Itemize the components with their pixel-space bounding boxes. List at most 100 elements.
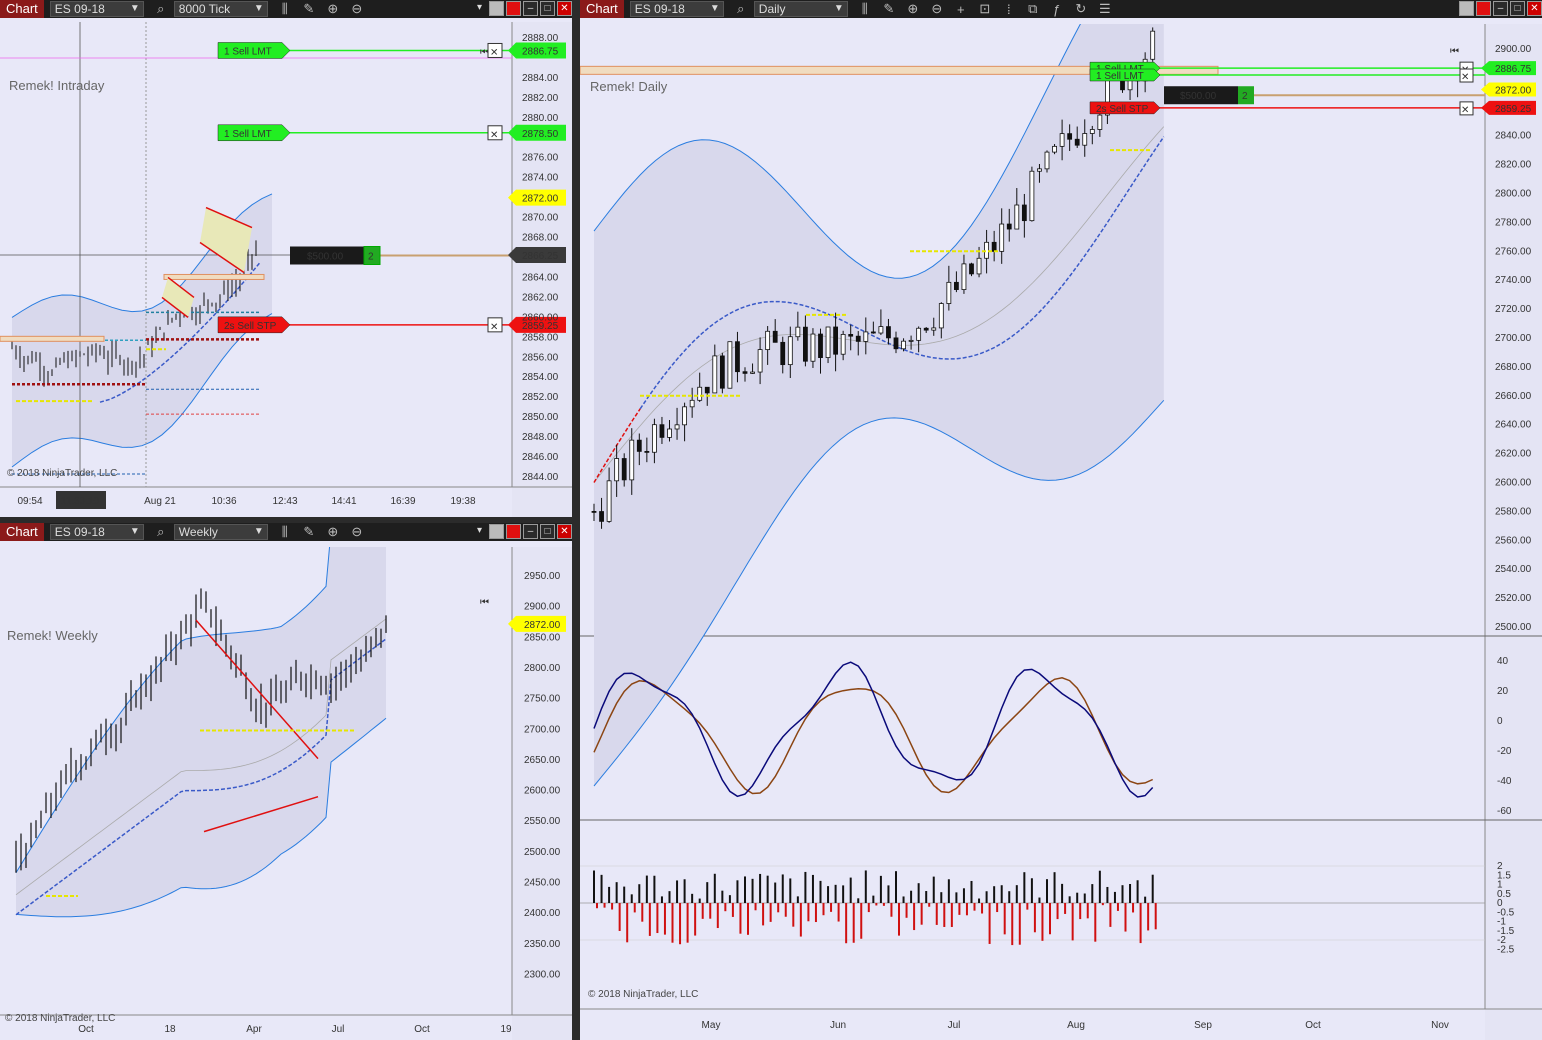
- price-tick: 2500.00: [524, 847, 561, 858]
- candle-body: [916, 327, 922, 341]
- weekly-chart-window: Chart ES 09-18 ▼ ⌕ Weekly ▼ ⫼ ✎ ⊕ ⊖ ▾ – □ …: [0, 523, 572, 1040]
- candle-body: [606, 480, 612, 522]
- red-swatch-button[interactable]: [1476, 1, 1491, 16]
- candle-body: [984, 241, 990, 259]
- instrument-selector[interactable]: ES 09-18 ▼: [49, 1, 144, 17]
- chart-tab[interactable]: Chart: [0, 0, 44, 18]
- order-flag-label: 1 Sell LMT: [224, 129, 272, 140]
- candle-body: [961, 263, 967, 290]
- price-tick: 2848.00: [522, 432, 559, 443]
- instrument-selector[interactable]: ES 09-18 ▼: [629, 1, 724, 17]
- candle-body: [953, 281, 959, 290]
- candle-body: [704, 386, 710, 394]
- interval-selector[interactable]: 8000 Tick ▼: [173, 1, 268, 17]
- price-tick: 2800.00: [1495, 189, 1532, 200]
- time-tick: Sep: [1194, 1020, 1212, 1031]
- candle-body: [742, 371, 748, 374]
- search-icon[interactable]: ⌕: [734, 1, 748, 17]
- crosshair-icon[interactable]: +: [954, 2, 968, 17]
- time-tick: 14:41: [331, 496, 356, 507]
- properties-icon[interactable]: ☰: [1098, 1, 1112, 17]
- zoom-in-icon[interactable]: ⊕: [906, 1, 920, 17]
- interval-selector[interactable]: Weekly ▼: [173, 524, 268, 540]
- drawing-objects-icon[interactable]: ⧉: [1026, 1, 1040, 17]
- zoom-in-icon[interactable]: ⊕: [326, 1, 340, 17]
- reload-icon[interactable]: ↻: [1074, 1, 1088, 17]
- chevron-down-icon: ▼: [253, 3, 264, 14]
- price-tick: 2500.00: [1495, 622, 1532, 633]
- oscillator-tick: -60: [1497, 806, 1512, 817]
- candle-body: [629, 439, 635, 481]
- order-flag-label: 1 Sell LMT: [1096, 71, 1144, 82]
- time-tick: Aug 21: [144, 496, 176, 507]
- candle-body: [923, 327, 929, 331]
- data-box-icon[interactable]: ⊡: [978, 1, 992, 17]
- window-controls: – □ ✕: [1459, 1, 1542, 16]
- strategies-icon[interactable]: ⁞: [1002, 2, 1016, 17]
- zoom-in-icon[interactable]: ⊕: [326, 524, 340, 540]
- pencil-icon[interactable]: ✎: [302, 524, 316, 540]
- indicators-icon[interactable]: ƒ: [1050, 2, 1064, 17]
- dropdown-icon[interactable]: ▾: [472, 524, 487, 539]
- chevron-down-icon: ▼: [129, 526, 140, 537]
- price-tick: 2750.00: [524, 694, 561, 705]
- scroll-to-end-icon: ⏮: [1450, 46, 1459, 57]
- chart-tab[interactable]: Chart: [580, 0, 624, 18]
- chevron-down-icon: ▼: [833, 3, 844, 14]
- price-tick: 2850.00: [522, 412, 559, 423]
- zoom-out-icon[interactable]: ⊖: [350, 1, 364, 17]
- red-swatch-button[interactable]: [506, 524, 521, 539]
- candle-body: [1082, 133, 1088, 146]
- zoom-out-icon[interactable]: ⊖: [930, 1, 944, 17]
- bar-type-icon[interactable]: ⫼: [858, 1, 872, 17]
- search-icon[interactable]: ⌕: [154, 1, 168, 17]
- candle-body: [1014, 204, 1020, 230]
- minimize-icon[interactable]: –: [523, 524, 538, 539]
- gray-swatch-button[interactable]: [489, 1, 504, 16]
- candle-body: [644, 450, 650, 453]
- price-marker-label: 2859.25: [1495, 104, 1532, 115]
- candle-body: [1059, 133, 1065, 147]
- pencil-icon[interactable]: ✎: [882, 1, 896, 17]
- price-tick: 2846.00: [522, 452, 559, 463]
- close-icon[interactable]: ✕: [557, 524, 572, 539]
- chart-tab[interactable]: Chart: [0, 523, 44, 541]
- pencil-icon[interactable]: ✎: [302, 1, 316, 17]
- oscillator-tick: 20: [1497, 686, 1509, 697]
- dropdown-icon[interactable]: ▾: [472, 1, 487, 16]
- candle-body: [735, 341, 740, 373]
- search-icon[interactable]: ⌕: [154, 524, 168, 540]
- interval-selector[interactable]: Daily ▼: [753, 1, 848, 17]
- candle-body: [908, 339, 914, 342]
- weekly-toolbar: Chart ES 09-18 ▼ ⌕ Weekly ▼ ⫼ ✎ ⊕ ⊖ ▾ – □ …: [0, 523, 572, 541]
- gray-swatch-button[interactable]: [1459, 1, 1474, 16]
- minimize-icon[interactable]: –: [1493, 1, 1508, 16]
- candle-body: [886, 326, 891, 339]
- minimize-icon[interactable]: –: [523, 1, 538, 16]
- red-swatch-button[interactable]: [506, 1, 521, 16]
- close-icon[interactable]: ✕: [1527, 1, 1542, 16]
- weekly-chart-canvas[interactable]: 2950.00 2900.00 2850.00 2800.00 2750.00 2700.…: [0, 547, 572, 1040]
- candle-body: [969, 263, 974, 275]
- maximize-icon[interactable]: □: [540, 1, 555, 16]
- position-qty: 2: [1242, 91, 1248, 102]
- instrument-selector[interactable]: ES 09-18 ▼: [49, 524, 144, 540]
- maximize-icon[interactable]: □: [540, 524, 555, 539]
- position-pnl: $500.00: [307, 252, 344, 263]
- close-icon: ✕: [490, 47, 498, 58]
- time-tick: 09:54: [17, 496, 42, 507]
- candle-body: [810, 333, 816, 362]
- price-tick: 2852.00: [522, 392, 559, 403]
- gray-swatch-button[interactable]: [489, 524, 504, 539]
- chevron-down-icon: ▼: [253, 526, 264, 537]
- candle-body: [712, 355, 718, 394]
- bar-type-icon[interactable]: ⫼: [278, 524, 292, 540]
- candle-body: [591, 510, 597, 513]
- zoom-out-icon[interactable]: ⊖: [350, 524, 364, 540]
- zone-rect: [0, 335, 105, 342]
- intraday-chart-canvas[interactable]: 1 Sell LMT ✕ 2886.75 1 Sell LMT ✕ 2878.50 2s S…: [0, 22, 572, 517]
- maximize-icon[interactable]: □: [1510, 1, 1525, 16]
- close-icon[interactable]: ✕: [557, 1, 572, 16]
- daily-chart-canvas[interactable]: 1 Sell LMT✕1 Sell LMT✕2s Sell STP✕$500.0…: [580, 24, 1542, 1040]
- bar-type-icon[interactable]: ⫼: [278, 1, 292, 17]
